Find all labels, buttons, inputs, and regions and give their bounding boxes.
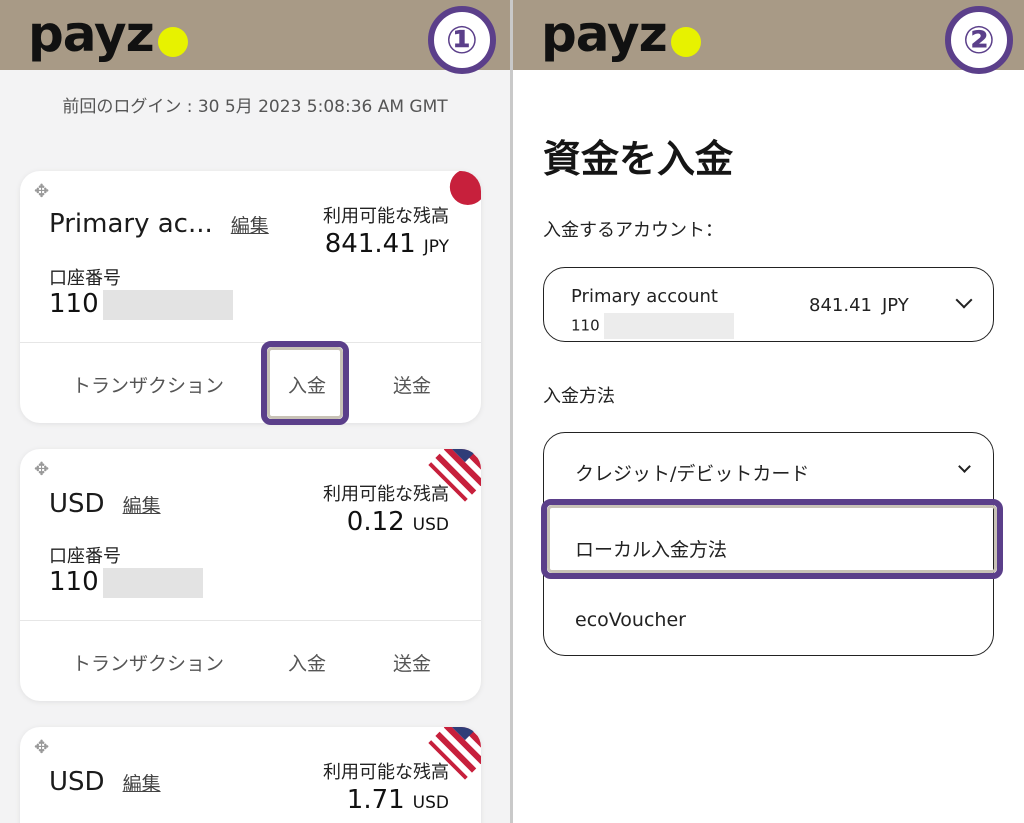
edit-link[interactable]: 編集 <box>123 773 161 795</box>
method-card[interactable]: クレジット/デビットカード <box>575 459 809 486</box>
transactions-button[interactable]: トランザクション <box>72 649 224 676</box>
card-divider <box>20 620 481 621</box>
logo-dot-icon <box>158 27 188 57</box>
currency-code: USD <box>412 515 449 535</box>
drag-handle-icon[interactable]: ✥ <box>34 737 49 758</box>
redacted-number <box>603 313 734 339</box>
account-name: USD <box>49 489 105 519</box>
selected-account-number: 110 <box>571 313 734 339</box>
method-ecovoucher[interactable]: ecoVoucher <box>575 609 686 631</box>
deposit-screen: payz ② 資金を入金 入金するアカウント： Primary account … <box>513 0 1024 823</box>
step-badge: ② <box>945 6 1013 74</box>
card-divider <box>20 342 481 343</box>
account-number: 110 <box>49 289 233 320</box>
currency-code: JPY <box>423 237 449 257</box>
edit-link[interactable]: 編集 <box>231 215 269 237</box>
page-title: 資金を入金 <box>543 137 734 181</box>
account-card-usd-2[interactable]: ✥ USD 編集 利用可能な残高 1.71 USD <box>20 727 481 823</box>
header-bar: payz ① <box>0 0 510 74</box>
deposit-highlight <box>261 341 349 425</box>
deposit-button[interactable]: 入金 <box>288 649 326 676</box>
account-select[interactable]: Primary account 110 841.41 JPY <box>543 267 994 342</box>
send-button[interactable]: 送金 <box>393 649 431 676</box>
account-number: 110 <box>49 567 203 598</box>
payz-logo: payz <box>541 5 668 63</box>
balance-value: 0.12 USD <box>346 507 449 537</box>
currency-code: USD <box>412 793 449 813</box>
account-card-usd-1[interactable]: ✥ USD 編集 利用可能な残高 0.12 USD 口座番号 110 トランザクショ… <box>20 449 481 701</box>
accounts-screen: payz ① 前回のログイン : 30 5月 2023 5:08:36 AM G… <box>0 0 510 823</box>
chevron-down-icon <box>955 291 973 309</box>
balance-label: 利用可能な残高 <box>323 206 449 227</box>
account-number-label: 口座番号 <box>49 268 121 289</box>
transactions-button[interactable]: トランザクション <box>72 371 224 398</box>
header-bar: payz ② <box>513 0 1024 74</box>
drag-handle-icon[interactable]: ✥ <box>34 181 49 202</box>
step-badge: ① <box>428 6 496 74</box>
redacted-number <box>102 289 233 320</box>
balance-label: 利用可能な残高 <box>323 484 449 505</box>
account-number-label: 口座番号 <box>49 546 121 567</box>
send-button[interactable]: 送金 <box>393 371 431 398</box>
balance-label: 利用可能な残高 <box>323 762 449 783</box>
redacted-number <box>102 567 203 598</box>
local-method-highlight <box>541 499 1003 579</box>
balance-value: 841.41 JPY <box>324 229 449 259</box>
method-field-label: 入金方法 <box>543 386 615 407</box>
edit-link[interactable]: 編集 <box>123 495 161 517</box>
selected-account-name: Primary account <box>571 286 718 307</box>
drag-handle-icon[interactable]: ✥ <box>34 459 49 480</box>
chevron-down-icon[interactable] <box>958 460 971 473</box>
account-field-label: 入金するアカウント： <box>543 220 723 241</box>
payz-logo: payz <box>28 5 155 63</box>
balance-value: 1.71 USD <box>346 785 449 815</box>
selected-account-balance: 841.41 JPY <box>809 295 909 316</box>
account-card-primary[interactable]: ✥ Primary ac... 編集 利用可能な残高 841.41 JPY 口座番号… <box>20 171 481 423</box>
logo-dot-icon <box>671 27 701 57</box>
account-name: USD <box>49 767 105 797</box>
last-login-text: 前回のログイン : 30 5月 2023 5:08:36 AM GMT <box>62 97 448 117</box>
account-name: Primary ac... <box>49 209 213 239</box>
